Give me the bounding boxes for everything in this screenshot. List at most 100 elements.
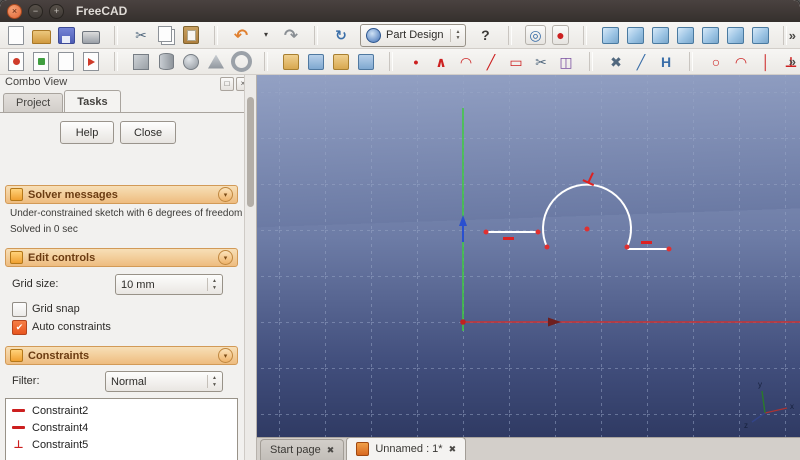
help-button[interactable]: Help (60, 121, 114, 144)
close-tab-icon[interactable]: ✖ (327, 446, 335, 455)
workbench-selector[interactable]: Part Design ▲▼ (360, 24, 466, 47)
arc-tool-icon[interactable]: ◠ (454, 51, 478, 73)
sphere-solid-icon[interactable] (179, 51, 203, 73)
line-tool-icon[interactable]: ╱ (479, 51, 503, 73)
constraint-list[interactable]: Constraint2 Constraint4 ⊥ Constraint5 (5, 398, 238, 460)
window-maximize-button[interactable]: + (49, 4, 64, 19)
spin-arrows[interactable]: ▲▼ (207, 278, 217, 291)
edit-controls-header[interactable]: Edit controls ▾ (5, 248, 238, 267)
section-collapse-button[interactable]: ▾ (218, 250, 233, 265)
refresh-icon[interactable]: ↻ (329, 24, 353, 46)
spin-arrows[interactable]: ▲▼ (207, 375, 217, 388)
constraint-list-item[interactable]: Constraint4 (6, 419, 237, 436)
sketch-point[interactable] (484, 230, 489, 235)
external-geometry-icon[interactable]: ◫ (554, 51, 578, 73)
sketch-point[interactable] (625, 245, 630, 250)
construction-mode-icon[interactable]: ╱ (629, 51, 653, 73)
pad-icon[interactable] (279, 51, 303, 73)
panel-float-button[interactable]: □ (220, 77, 234, 91)
window-close-button[interactable]: × (7, 4, 22, 19)
copy-icon[interactable] (154, 24, 178, 46)
front-view-icon[interactable] (623, 24, 647, 46)
bottom-view-icon[interactable] (723, 24, 747, 46)
create-sketch-icon[interactable] (4, 51, 28, 73)
grid-snap-checkbox[interactable]: ✔ (12, 302, 27, 317)
combo-view-title: Combo View (5, 76, 67, 88)
open-file-icon[interactable] (29, 24, 53, 46)
constraint-list-item[interactable]: Constraint2 (6, 402, 237, 419)
origin-point[interactable] (460, 319, 466, 325)
section-collapse-button[interactable]: ▾ (218, 348, 233, 363)
tab-unnamed-document[interactable]: Unnamed : 1* ✖ (346, 437, 466, 460)
panel-scrollbar-thumb[interactable] (247, 97, 254, 207)
toolbar-overflow-icon[interactable]: » (789, 28, 796, 43)
tab-project[interactable]: Project (3, 93, 63, 112)
constraint-vertical-icon[interactable]: │ (754, 51, 778, 73)
rear-view-icon[interactable] (698, 24, 722, 46)
sketch-point[interactable] (536, 230, 541, 235)
panel-scrollbar[interactable] (244, 75, 256, 460)
tab-start-page[interactable]: Start page ✖ (260, 439, 344, 460)
sketch-canvas[interactable]: x y z (257, 75, 800, 437)
sketch-point[interactable] (667, 247, 672, 252)
close-button[interactable]: Close (120, 121, 176, 144)
constraints-header[interactable]: Constraints ▾ (5, 346, 238, 365)
cylinder-solid-icon[interactable] (154, 51, 178, 73)
3d-viewport[interactable]: x y z (257, 75, 800, 437)
left-view-icon[interactable] (748, 24, 772, 46)
section-collapse-button[interactable]: ▾ (218, 187, 233, 202)
combo-view-panel: Combo View □ × Project Tasks Help Close … (0, 75, 257, 460)
box-solid-icon[interactable] (129, 51, 153, 73)
toolbar-row-2: • ∧ ◠ ╱ ▭ ✂ ◫ ✖ ╱ H (0, 49, 800, 75)
trim-tool-icon[interactable]: ✂ (529, 51, 553, 73)
solver-status: Solved in 0 sec (10, 224, 78, 235)
leave-sketch-icon[interactable] (79, 51, 103, 73)
separator (204, 24, 228, 46)
point-tool-icon[interactable]: • (404, 51, 428, 73)
rectangle-tool-icon[interactable]: ▭ (504, 51, 528, 73)
horizontal-constraint-marker[interactable] (641, 241, 652, 244)
draw-style-icon[interactable]: ● (548, 24, 572, 46)
right-view-icon[interactable] (673, 24, 697, 46)
polyline-tool-icon[interactable]: ∧ (429, 51, 453, 73)
top-view-icon[interactable] (648, 24, 672, 46)
groove-icon[interactable] (354, 51, 378, 73)
pocket-icon[interactable] (304, 51, 328, 73)
whats-this-icon[interactable]: ? (473, 24, 497, 46)
horizontal-constraint-marker[interactable] (503, 237, 514, 240)
toolbar-overflow-icon[interactable]: » (789, 54, 796, 69)
tab-tasks[interactable]: Tasks (64, 90, 120, 112)
grid-size-spinbox[interactable]: 10 mm ▲▼ (115, 274, 223, 295)
arc-center-tool-icon[interactable]: ◠ (729, 51, 753, 73)
auto-constraints-checkbox[interactable]: ✔ (12, 320, 27, 335)
undo-icon[interactable]: ↶ (229, 24, 253, 46)
toolbar-row-1: ✂ ↶ ▾ ↷ ↻ Part Design ▲▼ (0, 22, 800, 49)
box-zoom-icon[interactable]: ◎ (523, 24, 547, 46)
torus-solid-icon[interactable] (229, 51, 253, 73)
redo-icon[interactable]: ↷ (279, 24, 303, 46)
revolution-icon[interactable] (329, 51, 353, 73)
window-minimize-button[interactable]: − (28, 4, 43, 19)
edit-sketch-icon[interactable] (29, 51, 53, 73)
cone-solid-icon[interactable] (204, 51, 228, 73)
paste-icon[interactable] (179, 24, 203, 46)
print-icon[interactable] (79, 24, 103, 46)
constraint-horizontal-icon[interactable]: H (654, 51, 678, 73)
solver-messages-header[interactable]: Solver messages ▾ (5, 185, 238, 204)
arc-center-point[interactable] (585, 227, 590, 232)
save-icon[interactable] (54, 24, 78, 46)
new-file-icon[interactable] (4, 24, 28, 46)
axonometric-view-icon[interactable] (598, 24, 622, 46)
perpendicular-constraint-icon: ⊥ (12, 438, 25, 451)
map-sketch-icon[interactable] (54, 51, 78, 73)
cut-icon[interactable]: ✂ (129, 24, 153, 46)
close-tab-icon[interactable]: ✖ (449, 445, 457, 454)
combo-spin-arrows[interactable]: ▲▼ (450, 29, 460, 42)
constraint-filter-dropdown[interactable]: Normal ▲▼ (105, 371, 223, 392)
undo-dropdown-icon[interactable]: ▾ (254, 24, 278, 46)
section-icon (10, 251, 23, 264)
sketch-point[interactable] (545, 245, 550, 250)
circle-tool-icon[interactable]: ○ (704, 51, 728, 73)
delete-constraints-icon[interactable]: ✖ (604, 51, 628, 73)
constraint-list-item[interactable]: ⊥ Constraint5 (6, 436, 237, 453)
